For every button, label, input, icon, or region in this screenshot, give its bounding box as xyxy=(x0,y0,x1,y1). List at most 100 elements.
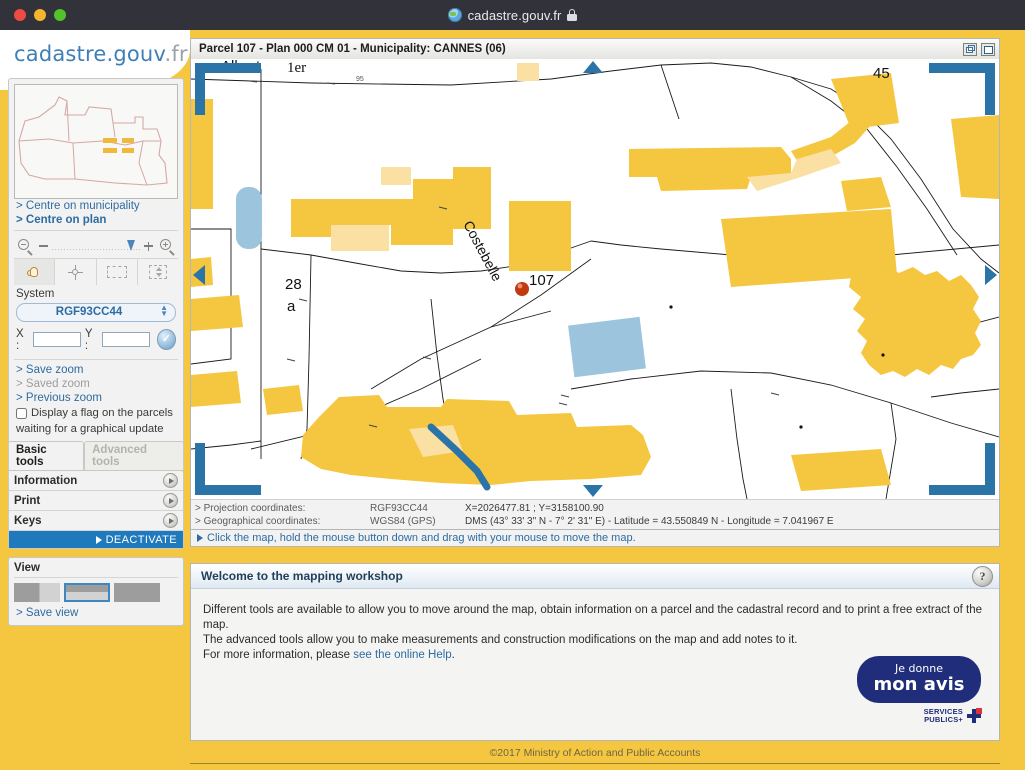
maximize-window-button[interactable] xyxy=(981,43,995,56)
coordinate-entry-row: X : Y : ✓ xyxy=(14,326,178,356)
geographic-coordinates-row: > Geographical coordinates: WGS84 (GPS) … xyxy=(195,515,999,528)
map-hint-text: Click the map, hold the mouse button dow… xyxy=(207,532,636,544)
view-layout-left[interactable] xyxy=(14,583,60,602)
display-flag-label-line1: Display a flag on the parcels xyxy=(31,407,173,420)
saved-zoom-link: > Saved zoom xyxy=(14,377,178,391)
geographic-label: > Geographical coordinates: xyxy=(195,516,370,527)
zoom-slider-row xyxy=(14,234,178,258)
globe-icon xyxy=(448,8,462,22)
avis-pill[interactable]: Je donne mon avis xyxy=(857,656,981,703)
zoom-slider-track[interactable] xyxy=(51,242,141,250)
display-flag-checkbox-row: Display a flag on the parcels xyxy=(14,405,178,420)
projection-value: X=2026477.81 ; Y=3158100.90 xyxy=(465,503,604,514)
save-zoom-link[interactable]: > Save zoom xyxy=(14,363,178,377)
help-icon[interactable]: ? xyxy=(972,566,993,587)
map-window: Parcel 107 - Plan 000 CM 01 - Municipali… xyxy=(190,38,1000,530)
restore-window-button[interactable] xyxy=(963,43,977,56)
projection-system: RGF93CC44 xyxy=(370,503,465,514)
tool-row-print[interactable]: Print xyxy=(9,491,183,511)
water-body-centre xyxy=(568,317,646,377)
welcome-line-3-suffix: . xyxy=(452,649,455,661)
divider xyxy=(14,230,178,231)
parcel-marker-107 xyxy=(515,282,529,296)
browser-titlebar: cadastre.gouv.fr xyxy=(0,0,1025,30)
zoom-minus-icon[interactable] xyxy=(39,245,48,247)
pan-hand-tool[interactable] xyxy=(14,259,55,285)
save-view-link[interactable]: > Save view xyxy=(14,606,178,620)
chevron-right-icon xyxy=(96,536,102,544)
tools-tab-strip: Basic tools Advanced tools xyxy=(8,453,184,470)
map-tool-buttons xyxy=(14,258,178,285)
cadastral-map-svg[interactable]: Albert 1er 28 a 107 45 95 Costebelle xyxy=(191,59,999,499)
view-panel-title: View xyxy=(14,562,178,578)
map-status-bar: > Projection coordinates: RGF93CC44 X=20… xyxy=(191,499,999,529)
zoom-box-tool[interactable] xyxy=(138,259,178,285)
system-select-wrapper: RGF93CC44 ▲▼ xyxy=(16,302,176,322)
center-move-tool[interactable] xyxy=(55,259,96,285)
site-logo-tld: .fr xyxy=(164,42,187,66)
site-logo-main: cadastre.gouv xyxy=(14,42,164,66)
view-layout-options xyxy=(14,578,178,606)
zoom-in-icon[interactable] xyxy=(156,236,178,256)
tool-row-information[interactable]: Information xyxy=(9,471,183,491)
centre-on-plan-link[interactable]: > Centre on plan xyxy=(14,213,178,227)
browser-title-bar-content: cadastre.gouv.fr xyxy=(0,8,1025,23)
zoom-slider-thumb[interactable] xyxy=(127,240,135,251)
overview-mini-map[interactable] xyxy=(14,84,178,199)
map-hint-bar: Click the map, hold the mouse button dow… xyxy=(190,530,1000,547)
zoom-out-icon[interactable] xyxy=(14,236,36,256)
tools-panel: Information Print Keys DEACTIVATE xyxy=(8,470,184,549)
browser-title-text: cadastre.gouv.fr xyxy=(468,8,562,23)
validate-coordinates-button[interactable]: ✓ xyxy=(157,329,176,350)
close-this-window-button[interactable]: Close this window xyxy=(0,765,1025,770)
centre-on-municipality-link[interactable]: > Centre on municipality xyxy=(14,199,178,213)
site-logo: cadastre.gouv.fr xyxy=(14,42,188,66)
y-input[interactable] xyxy=(102,332,150,347)
triangle-right-icon xyxy=(197,534,203,542)
display-flag-checkbox[interactable] xyxy=(16,408,27,419)
navigation-panel: > Centre on municipality > Centre on pla… xyxy=(8,78,184,445)
welcome-panel-body: Different tools are available to allow y… xyxy=(191,589,999,663)
online-help-link[interactable]: see the online Help xyxy=(353,649,451,661)
welcome-panel: Welcome to the mapping workshop ? Differ… xyxy=(190,563,1000,741)
map-window-buttons xyxy=(963,43,995,56)
map-titlebar: Parcel 107 - Plan 000 CM 01 - Municipali… xyxy=(191,39,999,60)
water-body xyxy=(236,187,262,249)
tool-row-information-label: Information xyxy=(14,475,77,487)
svg-text:95: 95 xyxy=(356,76,364,83)
previous-zoom-link[interactable]: > Previous zoom xyxy=(14,391,178,405)
geographic-system: WGS84 (GPS) xyxy=(370,516,465,527)
view-layout-full[interactable] xyxy=(114,583,160,602)
services-publics-text: SERVICES PUBLICS+ xyxy=(924,708,963,724)
map-canvas[interactable]: Albert 1er 28 a 107 45 95 Costebelle xyxy=(191,59,999,499)
welcome-title: Welcome to the mapping workshop xyxy=(201,569,403,583)
view-panel: View > Save view xyxy=(8,557,184,626)
projection-coordinates-row: > Projection coordinates: RGF93CC44 X=20… xyxy=(195,502,999,515)
map-title: Parcel 107 - Plan 000 CM 01 - Municipali… xyxy=(199,43,506,55)
chevron-right-icon[interactable] xyxy=(163,473,178,488)
lock-icon xyxy=(567,9,577,21)
tool-row-keys-label: Keys xyxy=(14,515,42,527)
je-donne-mon-avis-badge[interactable]: Je donne mon avis SERVICES PUBLICS+ xyxy=(857,656,981,724)
avis-line-2: mon avis xyxy=(857,676,981,694)
welcome-line-3-prefix: For more information, please xyxy=(203,649,353,661)
chevron-right-icon[interactable] xyxy=(163,513,178,528)
svg-text:107: 107 xyxy=(529,272,554,289)
system-select[interactable]: RGF93CC44 xyxy=(16,303,176,322)
tab-advanced-tools[interactable]: Advanced tools xyxy=(84,441,184,470)
zoom-plus-icon[interactable] xyxy=(144,242,153,251)
zoom-slider[interactable] xyxy=(39,236,153,256)
deactivate-button[interactable]: DEACTIVATE xyxy=(9,531,183,548)
welcome-line-2: The advanced tools allow you to make mea… xyxy=(203,633,987,648)
y-label: Y : xyxy=(85,328,98,352)
display-flag-label-line2: waiting for a graphical update xyxy=(16,423,164,435)
tool-row-keys[interactable]: Keys xyxy=(9,511,183,531)
view-layout-top[interactable] xyxy=(64,583,110,602)
svg-text:a: a xyxy=(287,298,296,315)
chevron-right-icon[interactable] xyxy=(163,493,178,508)
rectangle-select-tool[interactable] xyxy=(97,259,138,285)
divider xyxy=(14,359,178,360)
projection-label: > Projection coordinates: xyxy=(195,503,370,514)
tab-basic-tools[interactable]: Basic tools xyxy=(8,441,84,470)
x-input[interactable] xyxy=(33,332,81,347)
